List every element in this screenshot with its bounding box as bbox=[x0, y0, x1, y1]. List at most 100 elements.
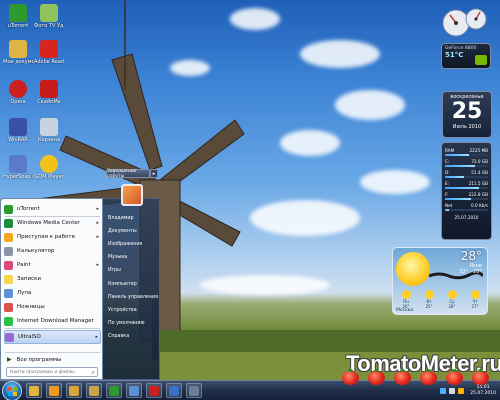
program-label: UltraISO bbox=[18, 334, 41, 340]
winrar-desktop-icon[interactable]: WinRAR bbox=[3, 118, 33, 143]
program-item[interactable]: Windows Media Center ▸ bbox=[4, 216, 101, 230]
system-usage-fill bbox=[445, 198, 471, 200]
app-icon bbox=[29, 385, 39, 396]
folder-taskbar-icon[interactable] bbox=[66, 383, 82, 398]
explorer2-taskbar-icon[interactable] bbox=[86, 383, 102, 398]
submenu-arrow-icon: ▸ bbox=[95, 334, 98, 340]
media-player-taskbar-icon[interactable] bbox=[46, 383, 62, 398]
app-icon bbox=[169, 385, 179, 396]
system-row: F: 222.8 GB bbox=[445, 190, 488, 198]
system-row: C: 72.0 GB bbox=[445, 157, 488, 165]
system-row-value: 222.8 GB bbox=[468, 191, 488, 197]
places-item[interactable]: Компьютер bbox=[105, 278, 159, 290]
program-label: Лупа bbox=[17, 290, 32, 296]
settings-taskbar-icon[interactable] bbox=[126, 383, 142, 398]
start-menu-programs-pane: uTorrent ▸ Windows Media Center ▸ Приступая … bbox=[0, 198, 103, 380]
sun-icon bbox=[396, 252, 430, 286]
system-usage-bar bbox=[445, 209, 488, 211]
program-label: Paint bbox=[17, 262, 31, 268]
program-item[interactable]: Paint ▸ bbox=[4, 258, 101, 272]
system-rows: RAM 2225 MB C: 72.0 GB D: 51.4 GB E: 211.5 GB F:… bbox=[445, 146, 488, 211]
sun-icon bbox=[470, 290, 480, 299]
places-item[interactable]: Устройства bbox=[105, 304, 159, 316]
places-item[interactable]: Изображения bbox=[105, 238, 159, 250]
program-icon bbox=[4, 232, 13, 242]
program-item[interactable]: Internet Download Manager bbox=[4, 314, 101, 328]
places-item[interactable]: Документы bbox=[105, 225, 159, 237]
app-icon bbox=[89, 385, 99, 396]
cpu-meter-gadget[interactable] bbox=[440, 6, 490, 38]
photo-icon bbox=[40, 4, 58, 22]
places-item[interactable]: Владимир bbox=[105, 212, 159, 224]
program-item[interactable]: Приступая к работе ▸ bbox=[4, 230, 101, 244]
app-taskbar-icon[interactable] bbox=[166, 383, 182, 398]
opera-desktop-icon[interactable]: Opera bbox=[3, 80, 33, 105]
network-icon[interactable] bbox=[440, 387, 447, 394]
shutdown-options-arrow[interactable]: ▸ bbox=[150, 169, 158, 178]
places-item[interactable]: Справка bbox=[105, 331, 159, 343]
program-item[interactable]: Калькулятор bbox=[4, 244, 101, 258]
utorrent-desktop-icon[interactable]: uTorrent bbox=[3, 4, 33, 29]
calendar-gadget[interactable]: воскресенье 25 Июль 2010 bbox=[442, 91, 492, 138]
user-avatar[interactable] bbox=[121, 184, 143, 206]
gpu-temp-gadget[interactable]: GeForce 8800 51°C bbox=[441, 43, 491, 69]
start-search-input[interactable]: Найти программы и файлы ⌕ bbox=[6, 367, 98, 377]
flag-icon[interactable] bbox=[458, 387, 465, 394]
all-programs-button[interactable]: ▶ Все программы bbox=[7, 356, 61, 363]
program-item[interactable]: UltraISO ▸ bbox=[4, 330, 101, 344]
places-item[interactable]: Игры bbox=[105, 265, 159, 277]
program-icon bbox=[4, 246, 13, 256]
app-icon bbox=[129, 385, 139, 396]
media-desktop-icon[interactable]: СкайпMe bbox=[34, 80, 64, 105]
nvidia-icon bbox=[475, 55, 487, 65]
system-monitor-gadget[interactable]: RAM 2225 MB C: 72.0 GB D: 51.4 GB E: 211.5 GB F:… bbox=[441, 142, 492, 240]
system-usage-bar bbox=[445, 165, 488, 167]
program-label: Internet Download Manager bbox=[17, 318, 94, 324]
photo-tv-desktop-icon[interactable]: Фото TV Удаляет bbox=[34, 4, 64, 29]
start-button[interactable] bbox=[2, 381, 22, 400]
system-usage-fill bbox=[445, 154, 469, 156]
system-usage-fill bbox=[445, 187, 480, 189]
program-label: Калькулятор bbox=[17, 248, 55, 254]
system-usage-fill bbox=[445, 165, 476, 167]
shutdown-button[interactable]: Завершение работы bbox=[106, 169, 150, 179]
opera-icon bbox=[9, 80, 27, 98]
weather-forecast: Пн 26° Вт 25° Ср 28° Чт 27° bbox=[396, 290, 485, 309]
submenu-arrow-icon: ▸ bbox=[96, 206, 99, 212]
clock[interactable]: 15:01 25.07.2010 bbox=[470, 385, 496, 397]
divider bbox=[5, 352, 100, 353]
app-icon bbox=[69, 385, 79, 396]
system-row-value: 2225 MB bbox=[469, 147, 488, 153]
tomato-icon bbox=[472, 369, 489, 385]
places-item[interactable]: Музыка bbox=[105, 252, 159, 264]
places-item[interactable]: Панель управления bbox=[105, 291, 159, 303]
utorrent-taskbar-icon[interactable] bbox=[106, 383, 122, 398]
forecast-day: Вт 25° bbox=[419, 290, 439, 309]
recycle-bin-desktop-icon[interactable]: Корзина bbox=[34, 118, 64, 143]
player-taskbar-icon[interactable] bbox=[186, 383, 202, 398]
system-footer: 25.07.2010 bbox=[454, 214, 479, 220]
volume-icon[interactable] bbox=[449, 387, 456, 394]
opera-taskbar-icon[interactable] bbox=[146, 383, 162, 398]
program-item[interactable]: uTorrent ▸ bbox=[4, 202, 101, 216]
tomato-icon bbox=[394, 369, 411, 385]
folder-desktop-icon[interactable]: Мои документы bbox=[3, 40, 33, 65]
hypersnap-desktop-icon[interactable]: HyperSnap 6 bbox=[3, 155, 33, 180]
program-item[interactable]: Записки bbox=[4, 272, 101, 286]
weather-gadget[interactable]: 28° Ясно 32° - 20° Пн 26° Вт 25° Ср 28° Чт 2… bbox=[392, 247, 488, 315]
submenu-arrow-icon: ▸ bbox=[96, 234, 99, 240]
sun-icon bbox=[447, 290, 457, 299]
submenu-arrow-icon: ▸ bbox=[96, 220, 99, 226]
program-item[interactable]: Лупа bbox=[4, 286, 101, 300]
places-item[interactable]: По умолчанию bbox=[105, 318, 159, 330]
archive-icon bbox=[9, 118, 27, 136]
gom-player-desktop-icon[interactable]: GOM Player bbox=[34, 155, 64, 180]
forecast-day: Пн 26° bbox=[396, 290, 416, 309]
system-row-label: F: bbox=[445, 191, 449, 197]
program-item[interactable]: Ножницы bbox=[4, 300, 101, 314]
adobe-reader-desktop-icon[interactable]: Adobe Reader 9 bbox=[34, 40, 64, 65]
forecast-day: Чт 27° bbox=[465, 290, 485, 309]
app-icon bbox=[109, 385, 119, 396]
system-row-value: 211.5 GB bbox=[468, 180, 488, 186]
explorer-taskbar-icon[interactable] bbox=[26, 383, 42, 398]
